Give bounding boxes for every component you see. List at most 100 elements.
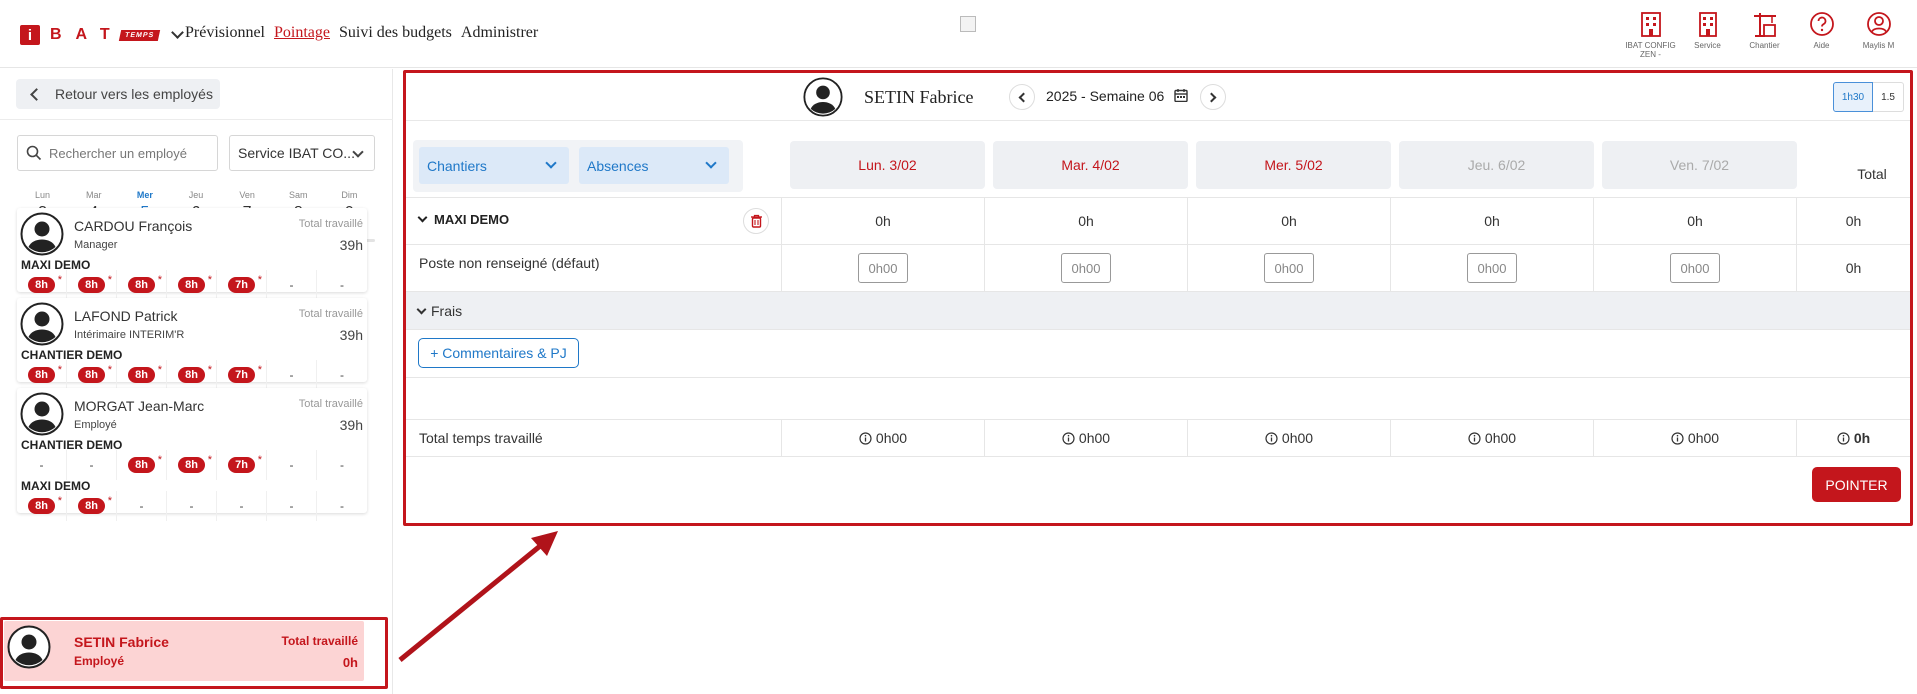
day-header: Mar. 4/02 <box>993 141 1188 189</box>
hours-pill: 8h <box>128 367 155 383</box>
main-nav: Prévisionnel Pointage Suivi des budgets … <box>185 24 538 42</box>
day-hours-cell[interactable]: 8h * <box>17 360 67 390</box>
prev-week-button[interactable] <box>1009 84 1035 110</box>
week-label: 2025 - Semaine 06 <box>1046 88 1165 104</box>
comments-attachments-button[interactable]: + Commentaires & PJ <box>418 338 579 368</box>
day-hours-cell[interactable]: 7h * <box>217 450 267 480</box>
chevron-down-icon <box>705 157 717 169</box>
day-hours-cell[interactable]: 8h * <box>117 360 167 390</box>
chevron-left-icon <box>30 87 43 101</box>
chantier-button[interactable]: Chantier <box>1736 10 1793 59</box>
day-hours-cell[interactable]: 8h * <box>17 491 67 521</box>
help-button[interactable]: Aide <box>1793 10 1850 59</box>
employee-role: Employé <box>74 654 125 668</box>
employee-card[interactable]: LAFOND Patrick Intérimaire INTERIM'R Total… <box>17 298 367 390</box>
config-button[interactable]: IBAT CONFIG ZEN - <box>1622 10 1679 59</box>
avatar-icon <box>803 77 843 117</box>
delete-project-button[interactable] <box>743 208 769 234</box>
day-total: 0h <box>781 198 984 244</box>
day-hours-cell[interactable]: 8h * <box>67 360 117 390</box>
day-name: Dim <box>341 190 358 200</box>
logo-letter: i <box>20 25 40 45</box>
day-hours-cell[interactable]: 8h * <box>167 450 217 480</box>
hours-pill: 8h <box>28 277 55 293</box>
divider <box>406 377 1910 378</box>
user-label: Maylis M <box>1862 41 1895 50</box>
project-toggle[interactable]: MAXI DEMO <box>417 212 510 227</box>
total-label: Total travaillé <box>281 634 358 648</box>
crane-icon <box>1753 13 1776 37</box>
grand-total: 0h <box>1837 430 1870 446</box>
building-icon <box>1698 12 1717 37</box>
filter-label: Chantiers <box>427 157 487 174</box>
hours-input[interactable] <box>1467 253 1517 283</box>
day-hours-cell: - <box>317 450 367 480</box>
chantiers-filter[interactable]: Chantiers <box>419 147 569 184</box>
day-hours-cell[interactable]: 8h * <box>117 450 167 480</box>
nav-previsionnel[interactable]: Prévisionnel <box>185 24 265 42</box>
day-hours-cell[interactable]: 8h * <box>167 360 217 390</box>
empty-hours: - <box>39 458 44 472</box>
avatar-icon <box>20 212 64 256</box>
chevron-left-icon <box>1018 92 1029 102</box>
day-hours-cell[interactable]: 7h * <box>217 360 267 390</box>
hours-pill: 8h <box>78 367 105 383</box>
day-name: Ven <box>239 190 255 200</box>
total-value: 0h00 <box>1468 430 1516 446</box>
hours-pill: 7h <box>228 457 255 473</box>
logo-badge: TEMPS <box>118 29 160 41</box>
hours-pill: 7h <box>228 277 255 293</box>
hours-input[interactable] <box>1061 253 1111 283</box>
next-week-button[interactable] <box>1200 84 1226 110</box>
employee-search[interactable] <box>17 135 218 171</box>
chevron-right-icon <box>1206 92 1217 102</box>
asterisk-icon: * <box>157 364 162 376</box>
day-hours-cell[interactable]: 8h * <box>67 270 117 300</box>
frais-label: Frais <box>431 303 463 319</box>
day-hours-cell[interactable]: 7h * <box>217 270 267 300</box>
hours-input[interactable] <box>1670 253 1720 283</box>
format-hours-option[interactable]: 1h30 <box>1832 82 1874 112</box>
nav-pointage[interactable]: Pointage <box>274 24 330 42</box>
day-hours-cell[interactable]: 8h * <box>17 270 67 300</box>
chevron-down-icon[interactable] <box>170 25 184 39</box>
employee-card[interactable]: MORGAT Jean-Marc Employé Total travaillé 39… <box>17 388 367 521</box>
employee-card[interactable]: CARDOU François Manager Total travaillé 39h… <box>17 208 367 300</box>
user-menu-button[interactable]: Maylis M <box>1850 10 1907 59</box>
search-input[interactable] <box>49 145 209 161</box>
hours-pill: 8h <box>28 367 55 383</box>
asterisk-icon: * <box>57 495 62 507</box>
hours-pill: 8h <box>28 498 55 514</box>
employee-role: Manager <box>74 239 118 251</box>
employee-name: CARDOU François <box>74 218 193 234</box>
day-name: Jeu <box>188 190 204 200</box>
absences-filter[interactable]: Absences <box>579 147 729 184</box>
day-hours-cell: - <box>267 450 317 480</box>
employee-role: Intérimaire INTERIM'R <box>74 329 185 341</box>
app-logo[interactable]: i BAT TEMPS <box>20 25 184 45</box>
hours-input[interactable] <box>858 253 908 283</box>
back-to-employees-button[interactable]: Retour vers les employés <box>16 79 220 109</box>
pointer-button[interactable]: POINTER <box>1812 467 1901 502</box>
day-total: 0h <box>1187 198 1390 244</box>
selected-employee-card[interactable]: SETIN Fabrice Employé Total travaillé 0h <box>4 621 364 681</box>
calendar-icon[interactable] <box>1174 88 1188 102</box>
frais-toggle[interactable]: Frais <box>416 303 463 319</box>
project-name: MAXI DEMO <box>434 212 510 227</box>
day-hours-cell[interactable]: 8h * <box>167 270 217 300</box>
day-total: 0h <box>984 198 1187 244</box>
day-hours-cell[interactable]: 8h * <box>67 491 117 521</box>
day-hours-cell[interactable]: 8h * <box>117 270 167 300</box>
hours-pill: 8h <box>178 367 205 383</box>
format-decimal-option[interactable]: 1.5 <box>1873 82 1904 112</box>
hours-pill: 8h <box>78 277 105 293</box>
asterisk-icon: * <box>157 454 162 466</box>
trash-icon <box>750 214 762 228</box>
service-button[interactable]: Service <box>1679 10 1736 59</box>
service-select[interactable]: Service IBAT CO... <box>229 135 375 171</box>
top-icon-bar: IBAT CONFIG ZEN - Service Chantier Aide … <box>1622 10 1907 59</box>
nav-suivi-budgets[interactable]: Suivi des budgets <box>339 24 452 42</box>
day-hours-cell: - <box>317 360 367 390</box>
nav-administrer[interactable]: Administrer <box>461 24 538 42</box>
hours-input[interactable] <box>1264 253 1314 283</box>
